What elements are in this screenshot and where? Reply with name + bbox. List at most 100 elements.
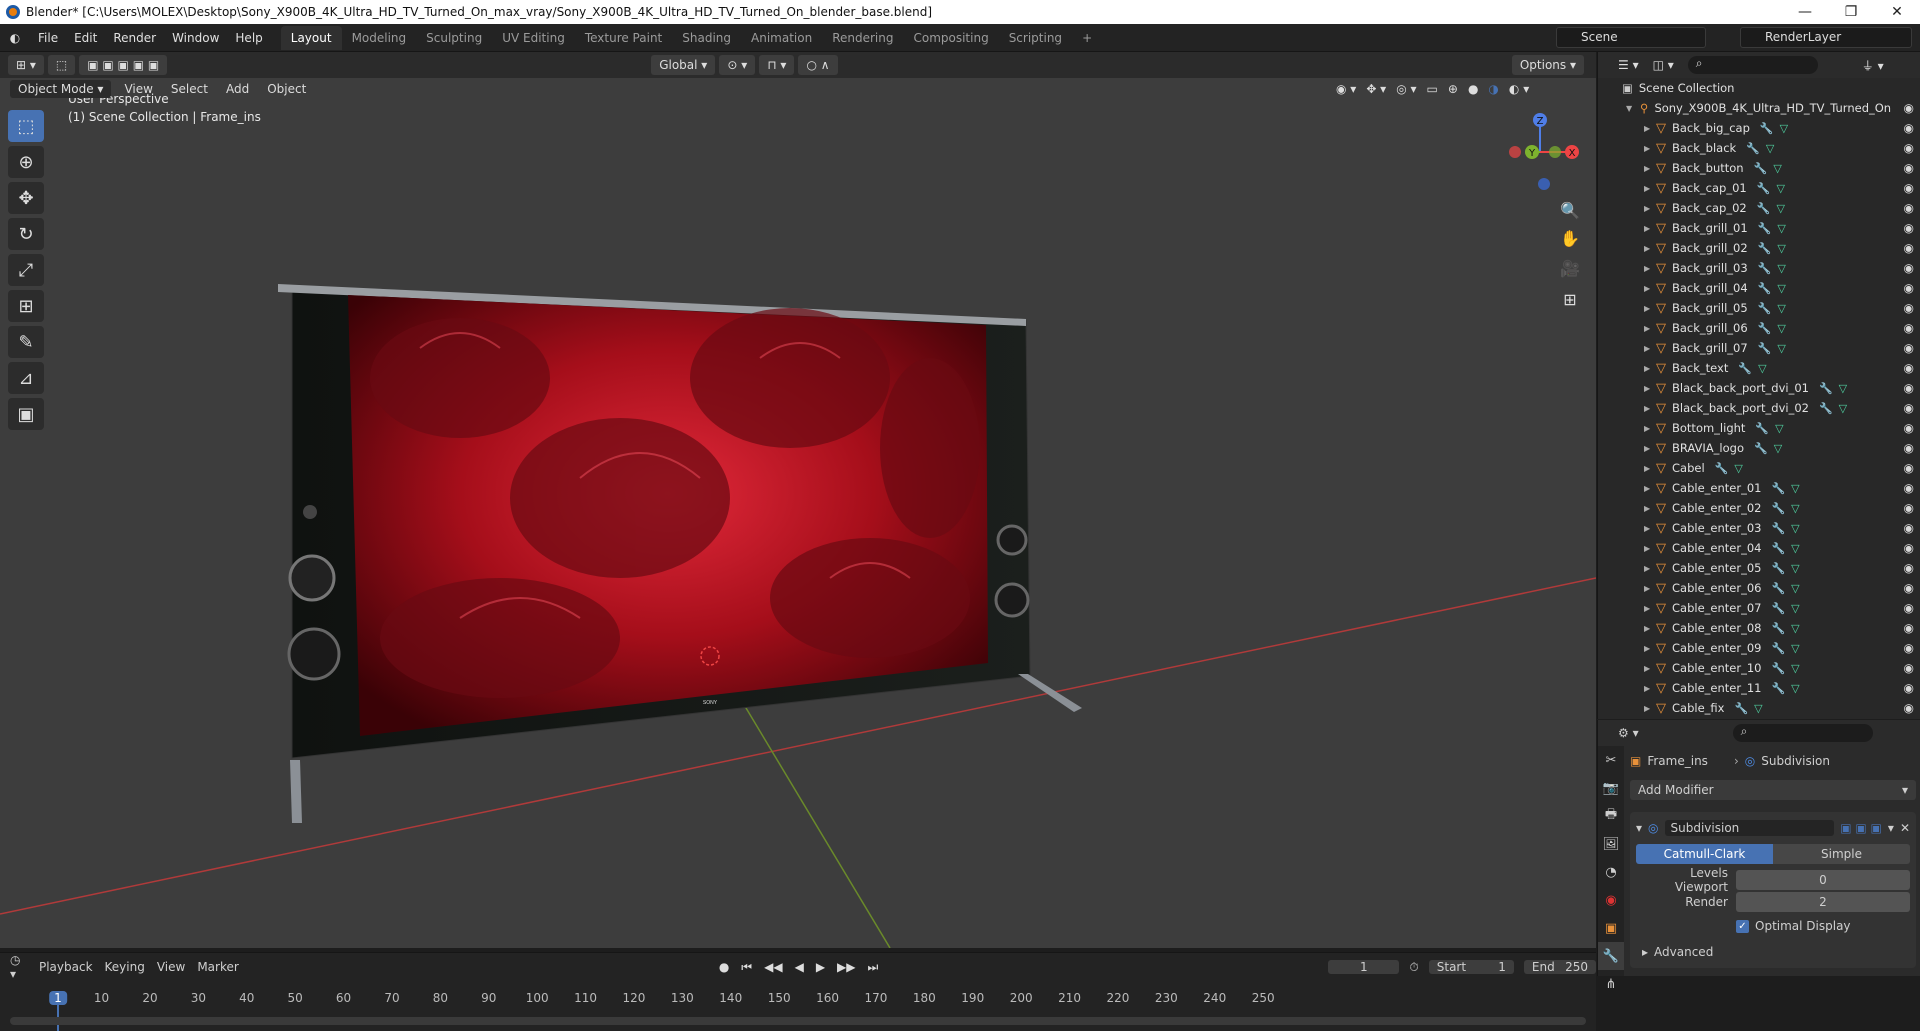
outliner-item[interactable]: ▶ ▽ Cable_enter_03 🔧 ▽ ◉	[1598, 518, 1920, 538]
eye-icon[interactable]: ◉	[1904, 681, 1914, 695]
close-button[interactable]: ✕	[1874, 0, 1920, 24]
expand-arrow-icon[interactable]: ▶	[1644, 684, 1654, 693]
eye-icon[interactable]: ◉	[1904, 241, 1914, 255]
tab-texture-paint[interactable]: Texture Paint	[575, 26, 672, 50]
optimal-display-checkbox[interactable]: ✓	[1736, 919, 1749, 933]
world-tab-icon[interactable]: ◉	[1598, 886, 1624, 914]
expand-arrow-icon[interactable]: ▶	[1644, 524, 1654, 533]
eye-icon[interactable]: ◉	[1904, 181, 1914, 195]
tab-layout[interactable]: Layout	[280, 25, 342, 50]
eye-icon[interactable]: ◉	[1904, 341, 1914, 355]
outliner-search-input[interactable]: ⌕	[1687, 56, 1818, 74]
expand-arrow-icon[interactable]: ▶	[1644, 484, 1654, 493]
expand-arrow-icon[interactable]: ▶	[1644, 584, 1654, 593]
expand-arrow-icon[interactable]: ▶	[1644, 544, 1654, 553]
eye-icon[interactable]: ◉	[1904, 441, 1914, 455]
eye-icon[interactable]: ◉	[1904, 541, 1914, 555]
menu-window[interactable]: Window	[164, 31, 227, 45]
ortho-grid-icon[interactable]: ⊞	[1556, 285, 1584, 313]
eye-icon[interactable]: ◉	[1904, 421, 1914, 435]
outliner-item[interactable]: ▶ ▽ Cable_fix 🔧 ▽ ◉	[1598, 698, 1920, 718]
move-tool-icon[interactable]: ✥	[8, 182, 44, 214]
zoom-icon[interactable]: 🔍	[1556, 196, 1584, 224]
expand-arrow-icon[interactable]: ▶	[1644, 244, 1654, 253]
minimize-button[interactable]: —	[1782, 0, 1828, 24]
outliner-display-icon[interactable]: ◫ ▾	[1653, 58, 1674, 72]
expand-arrow-icon[interactable]: ▶	[1644, 644, 1654, 653]
outliner-item[interactable]: ▶ ▽ Cable_enter_11 🔧 ▽ ◉	[1598, 678, 1920, 698]
outliner-item[interactable]: ▶ ▽ Back_grill_07 🔧 ▽ ◉	[1598, 338, 1920, 358]
object-tab-icon[interactable]: ▣	[1598, 914, 1624, 942]
collapse-arrow-icon[interactable]: ▼	[1626, 104, 1636, 113]
outliner-item[interactable]: ▶ ▽ Black_back_port_dvi_01 🔧 ▽ ◉	[1598, 378, 1920, 398]
expand-arrow-icon[interactable]: ▶	[1644, 384, 1654, 393]
eye-icon[interactable]: ◉	[1904, 521, 1914, 535]
snap-icon[interactable]: ⊓ ▾	[759, 55, 795, 75]
eye-icon[interactable]: ◉	[1904, 381, 1914, 395]
advanced-subpanel[interactable]: ▸ Advanced	[1636, 942, 1910, 962]
collection-row[interactable]: ▼ ⚲ Sony_X900B_4K_Ultra_HD_TV_Turned_On …	[1598, 98, 1920, 118]
transform-orientation-dropdown[interactable]: Global ▾	[651, 55, 716, 75]
outliner-item[interactable]: ▶ ▽ Back_button 🔧 ▽ ◉	[1598, 158, 1920, 178]
modifier-name-field[interactable]: Subdivision	[1664, 820, 1835, 836]
outliner-item[interactable]: ▶ ▽ Bottom_light 🔧 ▽ ◉	[1598, 418, 1920, 438]
outliner-item[interactable]: ▶ ▽ Back_grill_06 🔧 ▽ ◉	[1598, 318, 1920, 338]
scene-collection-row[interactable]: ▣ Scene Collection	[1598, 78, 1920, 98]
outliner-item[interactable]: ▶ ▽ Back_big_cap 🔧 ▽ ◉	[1598, 118, 1920, 138]
collapse-arrow-icon[interactable]: ▾	[1636, 821, 1642, 835]
eye-icon[interactable]: ◉	[1904, 561, 1914, 575]
outliner-editor-icon[interactable]: ☰ ▾	[1618, 58, 1639, 72]
tab-scripting[interactable]: Scripting	[999, 26, 1072, 50]
properties-editor-icon[interactable]: ⚙ ▾	[1618, 726, 1639, 740]
menu-file[interactable]: File	[30, 31, 66, 45]
expand-arrow-icon[interactable]: ▶	[1644, 504, 1654, 513]
render-levels-field[interactable]: 2	[1736, 892, 1910, 912]
eye-icon[interactable]: ◉	[1904, 161, 1914, 175]
expand-arrow-icon[interactable]: ▶	[1644, 424, 1654, 433]
modifier-tab-icon[interactable]: 🔧	[1598, 942, 1624, 970]
outliner-item[interactable]: ▶ ▽ Black_back_port_dvi_02 🔧 ▽ ◉	[1598, 398, 1920, 418]
particles-tab-icon[interactable]: ⋔	[1598, 970, 1624, 998]
eye-icon[interactable]: ◉	[1904, 121, 1914, 135]
tab-animation[interactable]: Animation	[741, 26, 822, 50]
eye-icon[interactable]: ◉	[1904, 281, 1914, 295]
solid-shading-icon[interactable]: ●	[1468, 82, 1478, 96]
menu-render[interactable]: Render	[105, 31, 164, 45]
editor-type-icon[interactable]: ⊞ ▾	[8, 55, 44, 75]
pan-hand-icon[interactable]: ✋	[1556, 224, 1584, 252]
eye-icon[interactable]: ◉	[1904, 221, 1914, 235]
viewport-menu-select[interactable]: Select	[162, 82, 217, 96]
scene-selector[interactable]: Scene	[1556, 27, 1706, 48]
eye-icon[interactable]: ◉	[1904, 101, 1914, 115]
expand-arrow-icon[interactable]: ▶	[1644, 344, 1654, 353]
eye-icon[interactable]: ◉	[1904, 301, 1914, 315]
eye-icon[interactable]: ◉	[1904, 621, 1914, 635]
eye-icon[interactable]: ◉	[1904, 361, 1914, 375]
properties-search-input[interactable]: ⌕	[1732, 724, 1873, 742]
eye-icon[interactable]: ◉	[1904, 701, 1914, 715]
expand-arrow-icon[interactable]: ▶	[1644, 184, 1654, 193]
filter-icon[interactable]: ⏚ ▾	[1862, 57, 1884, 74]
rendered-shading-icon[interactable]: ◐ ▾	[1509, 82, 1529, 96]
expand-arrow-icon[interactable]: ▶	[1644, 624, 1654, 633]
eye-icon[interactable]: ◉	[1904, 141, 1914, 155]
simple-button[interactable]: Simple	[1773, 844, 1910, 864]
measure-tool-icon[interactable]: ⊿	[8, 362, 44, 394]
expand-arrow-icon[interactable]: ▶	[1644, 204, 1654, 213]
scale-tool-icon[interactable]: ⤢	[8, 254, 44, 286]
xray-icon[interactable]: ▭	[1427, 82, 1438, 96]
proportional-icon[interactable]: ○ ∧	[798, 55, 838, 75]
expand-arrow-icon[interactable]: ▶	[1644, 324, 1654, 333]
select-mode-icons[interactable]: ▣ ▣ ▣ ▣ ▣	[79, 55, 168, 75]
add-modifier-dropdown[interactable]: Add Modifier ▾	[1630, 780, 1916, 800]
expand-arrow-icon[interactable]: ▶	[1644, 564, 1654, 573]
outliner-item[interactable]: ▶ ▽ Back_grill_02 🔧 ▽ ◉	[1598, 238, 1920, 258]
outliner-item[interactable]: ▶ ▽ Cable_enter_01 🔧 ▽ ◉	[1598, 478, 1920, 498]
expand-arrow-icon[interactable]: ▶	[1644, 604, 1654, 613]
outliner-item[interactable]: ▶ ▽ Back_grill_03 🔧 ▽ ◉	[1598, 258, 1920, 278]
remove-modifier-icon[interactable]: ✕	[1900, 821, 1910, 835]
tab-uv-editing[interactable]: UV Editing	[492, 26, 575, 50]
outliner-item[interactable]: ▶ ▽ Cable_enter_09 🔧 ▽ ◉	[1598, 638, 1920, 658]
eye-icon[interactable]: ◉	[1904, 501, 1914, 515]
overlay-icon[interactable]: ◎ ▾	[1396, 82, 1416, 96]
